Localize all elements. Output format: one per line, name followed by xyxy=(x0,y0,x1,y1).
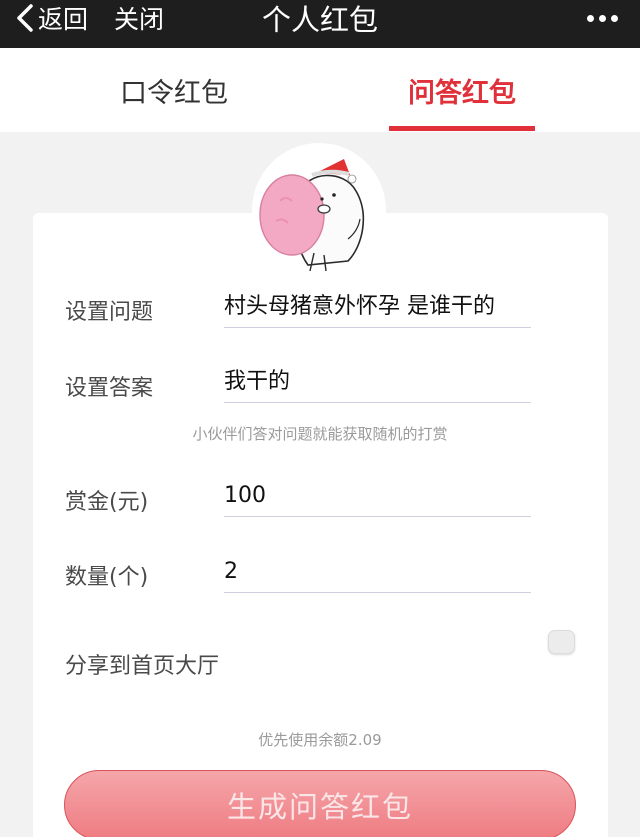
question-label: 设置问题 xyxy=(65,300,154,325)
active-tab-indicator xyxy=(389,126,535,131)
more-dots-icon[interactable] xyxy=(587,0,618,36)
close-button[interactable]: 关闭 xyxy=(114,0,164,36)
tab-bar: 口令红包 问答红包 xyxy=(0,48,640,132)
answer-hint: 小伙伴们答对问题就能获取随机的打赏 xyxy=(192,425,448,443)
share-toggle[interactable] xyxy=(548,630,575,654)
page-title: 个人红包 xyxy=(261,3,378,37)
quantity-input[interactable]: 2 xyxy=(224,551,531,593)
back-button[interactable]: 返回 xyxy=(14,0,88,36)
top-navbar: 返回 关闭 个人红包 xyxy=(0,0,640,48)
balance-note: 优先使用余额2.09 xyxy=(258,731,382,749)
avatar xyxy=(252,143,386,277)
reward-label: 赏金(元) xyxy=(65,490,149,515)
question-input[interactable]: 村头母猪意外怀孕 是谁干的 xyxy=(224,286,531,328)
share-label: 分享到首页大厅 xyxy=(65,654,220,679)
tab-qa-redpacket[interactable]: 问答红包 xyxy=(389,48,535,132)
answer-label: 设置答案 xyxy=(65,376,154,401)
answer-input[interactable]: 我干的 xyxy=(224,361,531,403)
tab-password-redpacket[interactable]: 口令红包 xyxy=(101,48,247,132)
quantity-label: 数量(个) xyxy=(65,565,149,590)
generate-qa-redpacket-button[interactable]: 生成问答红包 xyxy=(64,770,576,837)
reward-input[interactable]: 100 xyxy=(224,475,531,517)
chevron-left-icon xyxy=(17,4,33,32)
back-label: 返回 xyxy=(38,5,89,34)
cartoon-pig-santa-hat-avatar xyxy=(253,144,385,276)
